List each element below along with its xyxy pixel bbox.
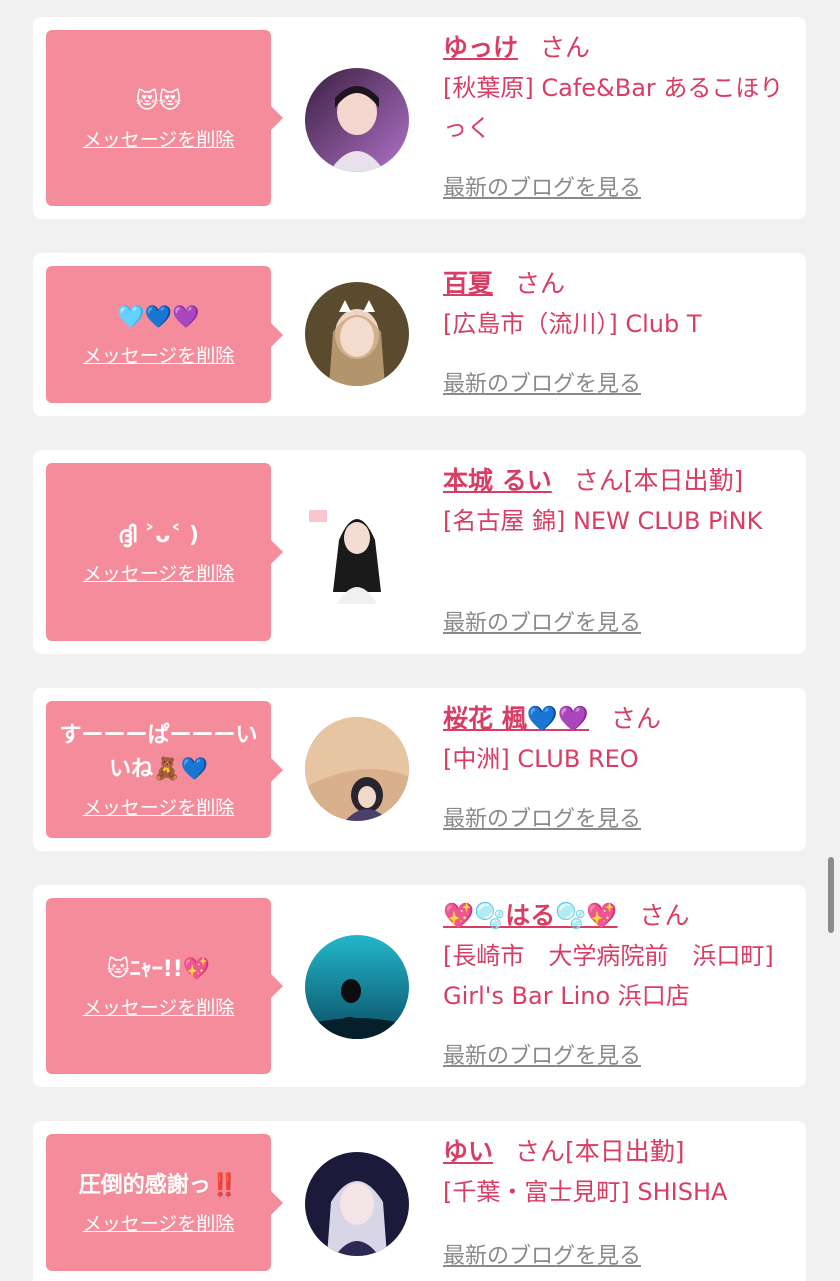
honorific: さん (515, 1137, 566, 1166)
delete-message-link[interactable]: メッセージを削除 (83, 125, 235, 152)
status-tag: [本日出勤] (623, 466, 744, 495)
cast-info: 本城 るい さん[本日出勤] [名古屋 錦] NEW CLUB PiNK 最新のブ… (443, 463, 788, 643)
avatar[interactable] (305, 500, 409, 604)
avatar[interactable] (305, 717, 409, 821)
delete-message-link[interactable]: メッセージを削除 (83, 559, 235, 586)
shop-name: [中洲] CLUB REO (443, 745, 639, 773)
message-card: 🐱ﾆｬｰ!!💖 メッセージを削除 💖🫧はる🫧💖 さん [長崎市 大学病院前 浜口町… (33, 885, 806, 1087)
message-text: すーーーぱーーーいいね🧸💙 (59, 723, 258, 782)
cast-info: 百夏 さん [広島市（流川）] Club T 最新のブログを見る (443, 266, 788, 406)
cast-info: 桜花 楓💙💜 さん [中洲] CLUB REO 最新のブログを見る (443, 701, 788, 841)
message-text: 🩵💙💜 (117, 305, 200, 330)
shop-name: [千葉・富士見町] SHISHA (443, 1178, 728, 1206)
latest-blog-link[interactable]: 最新のブログを見る (443, 605, 641, 637)
message-card: ദ്ദി ˃ᴗ˂ ) メッセージを削除 本城 るい さん[本日出勤] [名古屋 錦… (33, 450, 806, 654)
message-bubble: すーーーぱーーーいいね🧸💙 メッセージを削除 (46, 701, 283, 838)
honorific: さん (639, 901, 690, 930)
delete-message-link[interactable]: メッセージを削除 (83, 993, 235, 1020)
latest-blog-link[interactable]: 最新のブログを見る (443, 170, 641, 202)
cast-info: 💖🫧はる🫧💖 さん [長崎市 大学病院前 浜口町] Girl's Bar Lino… (443, 898, 788, 1078)
cast-info: ゆい さん[本日出勤] [千葉・富士見町] SHISHA 最新のブログを見る (443, 1134, 788, 1274)
message-bubble: 😻😻 メッセージを削除 (46, 30, 283, 206)
shop-name: [長崎市 大学病院前 浜口町] Girl's Bar Lino 浜口店 (443, 942, 774, 1010)
status-tag: [本日出勤] (565, 1137, 685, 1166)
cast-name-link[interactable]: 本城 るい (443, 466, 552, 495)
message-card: 🩵💙💜 メッセージを削除 百夏 さん [広島市（流川）] Club T 最新のブロ… (33, 253, 806, 416)
message-bubble: 圧倒的感謝っ‼️ メッセージを削除 (46, 1134, 283, 1271)
avatar[interactable] (305, 68, 409, 172)
honorific: さん (610, 704, 661, 733)
message-bubble: 🐱ﾆｬｰ!!💖 メッセージを削除 (46, 898, 283, 1074)
honorific: さん (540, 33, 591, 62)
message-card: 😻😻 メッセージを削除 ゆっけ さん [秋葉原] Cafe&Bar あるこほりっく… (33, 17, 806, 219)
cast-name-link[interactable]: 桜花 楓💙💜 (443, 704, 589, 733)
shop-name: [名古屋 錦] NEW CLUB PiNK (443, 507, 763, 535)
shop-name: [広島市（流川）] Club T (443, 310, 702, 338)
avatar[interactable] (305, 1152, 409, 1256)
avatar[interactable] (305, 935, 409, 1039)
shop-name: [秋葉原] Cafe&Bar あるこほりっく (443, 74, 784, 142)
message-text: 圧倒的感謝っ‼️ (78, 1173, 239, 1198)
cast-name-link[interactable]: 百夏 (443, 269, 493, 298)
cast-name-link[interactable]: ゆっけ (443, 33, 518, 62)
cast-info: ゆっけ さん [秋葉原] Cafe&Bar あるこほりっく 最新のブログを見る (443, 30, 788, 210)
latest-blog-link[interactable]: 最新のブログを見る (443, 1238, 641, 1270)
message-card: 圧倒的感謝っ‼️ メッセージを削除 ゆい さん[本日出勤] [千葉・富士見町] S… (33, 1121, 806, 1281)
latest-blog-link[interactable]: 最新のブログを見る (443, 366, 641, 398)
message-bubble: 🩵💙💜 メッセージを削除 (46, 266, 283, 403)
latest-blog-link[interactable]: 最新のブログを見る (443, 801, 641, 833)
avatar[interactable] (305, 282, 409, 386)
delete-message-link[interactable]: メッセージを削除 (83, 1209, 235, 1236)
message-text: 😻😻 (135, 88, 182, 114)
delete-message-link[interactable]: メッセージを削除 (83, 793, 235, 820)
latest-blog-link[interactable]: 最新のブログを見る (443, 1038, 641, 1070)
delete-message-link[interactable]: メッセージを削除 (83, 341, 235, 368)
message-text: 🐱ﾆｬｰ!!💖 (106, 956, 211, 982)
message-text: ദ്ദി ˃ᴗ˂ ) (118, 522, 199, 548)
honorific: さん (573, 466, 624, 495)
honorific: さん (515, 269, 566, 298)
message-bubble: ദ്ദി ˃ᴗ˂ ) メッセージを削除 (46, 463, 283, 641)
cast-name-link[interactable]: ゆい (443, 1137, 493, 1166)
message-card: すーーーぱーーーいいね🧸💙 メッセージを削除 桜花 楓💙💜 さん [中洲] CLU… (33, 688, 806, 851)
cast-name-link[interactable]: 💖🫧はる🫧💖 (443, 901, 618, 930)
scrollbar[interactable] (828, 857, 834, 933)
